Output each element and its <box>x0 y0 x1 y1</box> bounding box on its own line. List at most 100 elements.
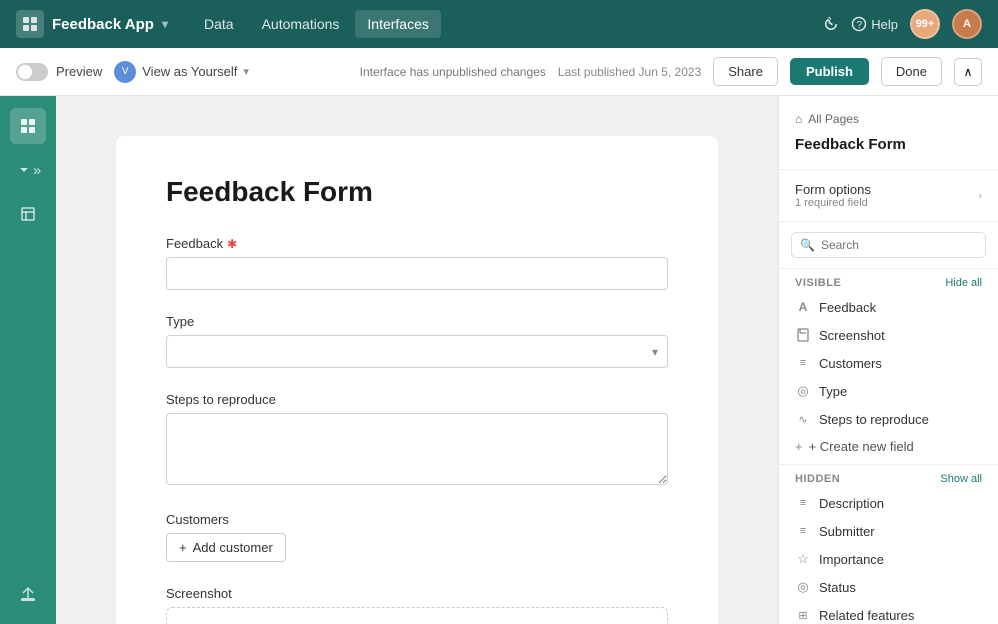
publish-button[interactable]: Publish <box>790 58 869 85</box>
type-select[interactable] <box>166 335 668 368</box>
hidden-field-related-label: Related features <box>819 608 914 623</box>
hidden-field-related[interactable]: ⊞ Related features <box>779 601 998 624</box>
visible-field-feedback[interactable]: A Feedback <box>779 293 998 321</box>
app-dropdown-icon[interactable]: ▾ <box>162 17 168 31</box>
form-container: Feedback Form Feedback ✱ Type ▾ <box>116 136 718 624</box>
preview-toggle[interactable]: Preview <box>16 63 102 81</box>
visible-field-type[interactable]: ◎ Type <box>779 377 998 405</box>
customers-label: Customers <box>166 512 668 527</box>
visible-field-feedback-label: Feedback <box>819 300 876 315</box>
sidebar-item-layers[interactable] <box>10 196 46 232</box>
hide-all-button[interactable]: Hide all <box>945 277 982 289</box>
toggle-knob <box>18 65 32 79</box>
feedback-input[interactable] <box>166 257 668 290</box>
search-input[interactable] <box>821 238 977 252</box>
history-button[interactable] <box>823 16 839 32</box>
hidden-field-status[interactable]: ◎ Status <box>779 573 998 601</box>
feedback-label: Feedback ✱ <box>166 236 668 251</box>
main-layout: » Feedback Form Feedback ✱ <box>0 96 998 624</box>
search-input-wrap[interactable]: 🔍 <box>791 232 986 258</box>
hidden-field-importance-label: Importance <box>819 552 884 567</box>
visible-field-customers[interactable]: ≡ Customers <box>779 349 998 377</box>
steps-field-icon: ∿ <box>795 411 811 427</box>
right-panel: ⌂ All Pages Feedback Form Form options 1… <box>778 96 998 624</box>
customers-field-icon: ≡ <box>795 355 811 371</box>
steps-field: Steps to reproduce <box>166 392 668 488</box>
screenshot-label: Screenshot <box>166 586 668 601</box>
all-pages-link[interactable]: ⌂ All Pages <box>795 112 982 126</box>
form-title: Feedback Form <box>166 176 668 208</box>
app-logo[interactable]: Feedback App ▾ <box>16 10 168 38</box>
steps-label: Steps to reproduce <box>166 392 668 407</box>
hidden-section-header: Hidden Show all <box>779 465 998 489</box>
form-options-label: Form options <box>795 182 871 197</box>
nav-interfaces[interactable]: Interfaces <box>355 10 440 38</box>
notification-icon: 99+ <box>910 9 940 39</box>
customers-field: Customers + Add customer <box>166 512 668 562</box>
sidebar-item-share[interactable] <box>10 576 46 612</box>
show-all-button[interactable]: Show all <box>940 473 982 485</box>
toggle-switch[interactable] <box>16 63 48 81</box>
preview-label: Preview <box>56 64 102 79</box>
description-field-icon: ≡ <box>795 495 811 511</box>
toolbar: Preview V View as Yourself ▾ Interface h… <box>0 48 998 96</box>
create-field-label: + Create new field <box>809 439 914 454</box>
required-indicator: ✱ <box>227 237 237 251</box>
sidebar-item-expand[interactable]: » <box>10 152 46 188</box>
hidden-label: Hidden <box>795 473 840 485</box>
view-as-label: View as Yourself <box>142 64 237 79</box>
search-row: 🔍 <box>779 222 998 269</box>
content-area: Feedback Form Feedback ✱ Type ▾ <box>56 96 778 624</box>
nav-automations[interactable]: Automations <box>250 10 352 38</box>
visible-field-steps[interactable]: ∿ Steps to reproduce <box>779 405 998 433</box>
top-navigation: Feedback App ▾ Data Automations Interfac… <box>0 0 998 48</box>
visible-field-customers-label: Customers <box>819 356 882 371</box>
submitter-field-icon: ≡ <box>795 523 811 539</box>
svg-text:?: ? <box>857 20 863 31</box>
unpublished-status: Interface has unpublished changes <box>360 65 546 79</box>
hidden-field-submitter-label: Submitter <box>819 524 875 539</box>
related-field-icon: ⊞ <box>795 607 811 623</box>
left-sidebar: » <box>0 96 56 624</box>
last-published-text: Last published Jun 5, 2023 <box>558 65 701 79</box>
create-field-button[interactable]: + + Create new field <box>779 433 998 460</box>
notification-avatar[interactable]: 99+ <box>910 9 940 39</box>
visible-field-steps-label: Steps to reproduce <box>819 412 929 427</box>
share-button[interactable]: Share <box>713 57 778 86</box>
add-customer-button[interactable]: + Add customer <box>166 533 286 562</box>
help-button[interactable]: ? Help <box>851 16 898 32</box>
hidden-field-submitter[interactable]: ≡ Submitter <box>779 517 998 545</box>
hidden-field-description-label: Description <box>819 496 884 511</box>
nav-data[interactable]: Data <box>192 10 246 38</box>
status-field-icon: ◎ <box>795 579 811 595</box>
steps-textarea[interactable] <box>166 413 668 485</box>
importance-field-icon: ☆ <box>795 551 811 567</box>
visible-field-type-label: Type <box>819 384 847 399</box>
form-options-sub: 1 required field <box>795 197 871 209</box>
panel-title: Feedback Form <box>795 136 982 153</box>
type-label: Type <box>166 314 668 329</box>
sidebar-item-grid[interactable] <box>10 108 46 144</box>
hidden-field-description[interactable]: ≡ Description <box>779 489 998 517</box>
type-select-wrapper: ▾ <box>166 335 668 368</box>
form-options-row[interactable]: Form options 1 required field › <box>779 170 998 222</box>
view-as-dropdown[interactable]: V View as Yourself ▾ <box>114 61 249 83</box>
notification-count: 99+ <box>916 18 935 30</box>
done-button[interactable]: Done <box>881 57 942 86</box>
right-panel-header: ⌂ All Pages Feedback Form <box>779 96 998 170</box>
collapse-button[interactable]: ∧ <box>954 58 982 86</box>
view-as-avatar: V <box>114 61 136 83</box>
file-drop-zone[interactable]: ⊕ Drop files here or browse <box>166 607 668 624</box>
view-as-chevron-icon: ▾ <box>243 65 249 78</box>
home-icon: ⌂ <box>795 112 802 126</box>
feedback-field-icon: A <box>795 299 811 315</box>
help-label: Help <box>871 17 898 32</box>
hidden-field-status-label: Status <box>819 580 856 595</box>
nav-right: ? Help 99+ A <box>823 9 982 39</box>
visible-field-screenshot[interactable]: Screenshot <box>779 321 998 349</box>
user-avatar[interactable]: A <box>952 9 982 39</box>
feedback-field: Feedback ✱ <box>166 236 668 290</box>
visible-label: Visible <box>795 277 841 289</box>
collapse-icon: ∧ <box>964 65 973 79</box>
hidden-field-importance[interactable]: ☆ Importance <box>779 545 998 573</box>
